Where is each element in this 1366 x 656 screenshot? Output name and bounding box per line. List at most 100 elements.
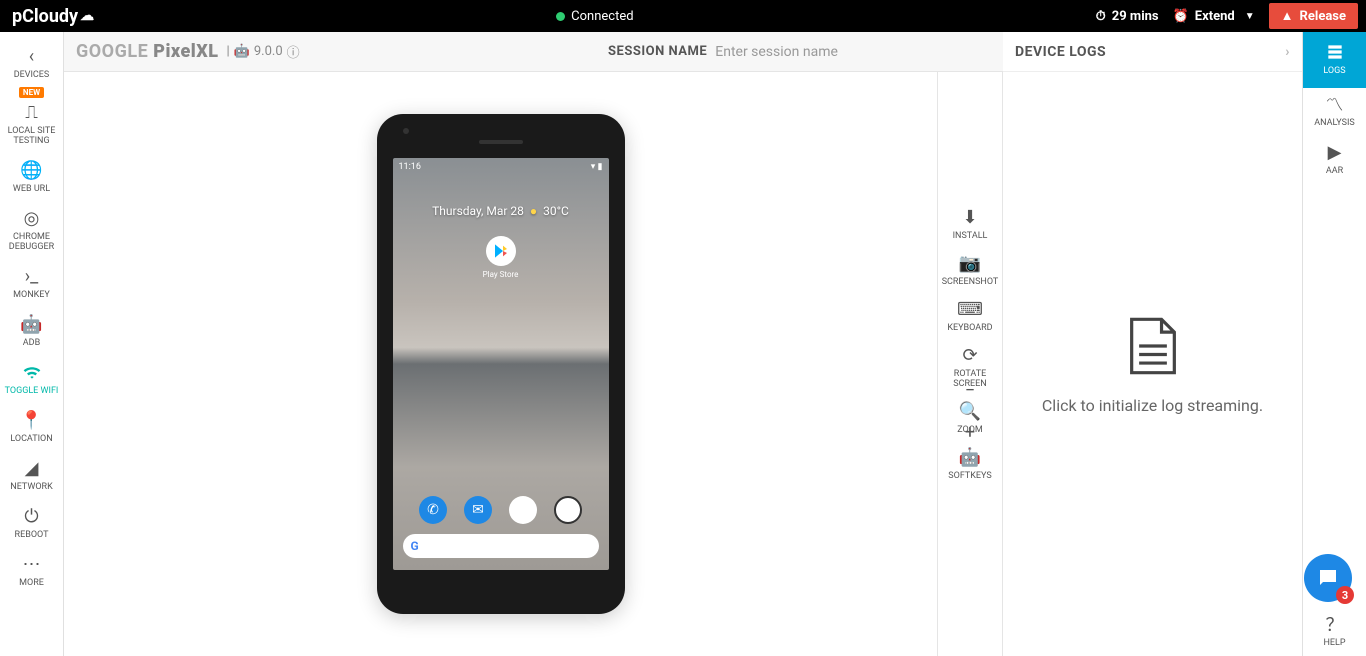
connection-status: Connected	[94, 9, 1096, 24]
keyboard-icon: ⌨	[960, 299, 980, 319]
brand-logo: pCloudy ☁	[12, 6, 94, 27]
eject-icon: ▲	[1281, 8, 1294, 24]
extend-button[interactable]: ⏰ Extend ▼	[1173, 9, 1255, 24]
messages-app-icon[interactable]: ✉	[464, 496, 492, 524]
chat-icon	[1316, 566, 1340, 590]
sidebar-item-monkey[interactable]: ›_ MONKEY	[0, 260, 63, 308]
power-icon: ⏻	[22, 506, 42, 526]
tool-screenshot[interactable]: 📷 SCREENSHOT	[938, 248, 1002, 294]
device-model: PixelXL	[153, 41, 218, 62]
device-manufacturer: GOOGLE	[76, 41, 148, 62]
globe-icon: 🌐	[22, 160, 42, 180]
main-area: 11:16 ▾ ▮ Thursday, Mar 28 ● 30°C Play S…	[64, 72, 1302, 656]
cloud-icon: ☁	[80, 8, 94, 24]
toggle-wifi-label: TOGGLE WIFI	[5, 386, 59, 396]
phone-statusbar: 11:16 ▾ ▮	[393, 158, 609, 176]
sun-icon: ●	[530, 204, 537, 218]
speaker-grill	[479, 140, 523, 144]
sidebar-item-local-site[interactable]: NEW ⎍ LOCAL SITE TESTING	[0, 88, 63, 154]
chrome-app-icon[interactable]: ◐	[509, 496, 537, 524]
sidebar-item-adb[interactable]: 🤖 ADB	[0, 308, 63, 356]
tool-keyboard[interactable]: ⌨ KEYBOARD	[938, 294, 1002, 340]
phone-dock: ✆ ✉ ◐ ◉	[393, 496, 609, 524]
sidebar-item-devices[interactable]: ‹ DEVICES	[0, 40, 63, 88]
sidebar-item-toggle-wifi[interactable]: TOGGLE WIFI	[0, 356, 63, 404]
chat-badge: 3	[1336, 586, 1354, 604]
play-square-icon: ▶	[1325, 142, 1345, 162]
install-label: INSTALL	[953, 231, 988, 241]
tab-aar[interactable]: ▶ AAR	[1303, 136, 1366, 184]
os-version: | 🤖 9.0.0 ⓘ	[227, 42, 300, 61]
tool-softkeys[interactable]: 🤖 SOFTKEYS	[938, 442, 1002, 488]
session-name-label: SESSION NAME	[608, 44, 707, 59]
logs-icon	[1325, 42, 1345, 62]
reboot-label: REBOOT	[15, 530, 49, 540]
phone-date-row: Thursday, Mar 28 ● 30°C	[393, 204, 609, 218]
wifi-icon	[22, 362, 42, 382]
play-store-label: Play Store	[393, 270, 609, 279]
play-store-icon[interactable]	[486, 236, 516, 266]
terminal-icon: ›_	[22, 266, 42, 286]
more-icon: ⋯	[22, 554, 42, 574]
tool-install[interactable]: ⬇ INSTALL	[938, 202, 1002, 248]
device-title: GOOGLE PixelXL	[76, 41, 219, 62]
tab-help[interactable]: ？ HELP	[1303, 608, 1366, 656]
sidebar-item-more[interactable]: ⋯ MORE	[0, 548, 63, 596]
chevron-left-icon: ‹	[22, 46, 42, 66]
tab-logs[interactable]: LOGS	[1303, 32, 1366, 88]
android-small-icon: 🤖	[234, 44, 250, 59]
alarm-icon: ⏰	[1173, 9, 1189, 24]
tool-zoom[interactable]: − 🔍 + ZOOM	[938, 396, 1002, 442]
chevron-down-icon: ▼	[1245, 11, 1255, 22]
device-tools: ⬇ INSTALL 📷 SCREENSHOT ⌨ KEYBOARD ⟳ ROTA…	[938, 72, 1002, 656]
session-name-input[interactable]: Enter session name	[715, 44, 838, 60]
web-url-label: WEB URL	[13, 184, 50, 194]
document-icon	[1125, 314, 1181, 378]
tab-analysis[interactable]: 〽 ANALYSIS	[1303, 88, 1366, 136]
softkeys-label: SOFTKEYS	[948, 471, 991, 481]
stopwatch-icon: ⏱	[1096, 9, 1106, 24]
camera-app-icon[interactable]: ◉	[554, 496, 582, 524]
phone-search-bar[interactable]: G ⋮⋮	[403, 534, 599, 558]
chat-button[interactable]: 3	[1304, 554, 1352, 602]
chrome-debugger-label: CHROME DEBUGGER	[0, 232, 63, 252]
sidebar-item-location[interactable]: 📍 LOCATION	[0, 404, 63, 452]
device-screen[interactable]: 11:16 ▾ ▮ Thursday, Mar 28 ● 30°C Play S…	[393, 158, 609, 570]
camera-dot	[403, 128, 409, 134]
chrome-icon: ◎	[22, 208, 42, 228]
sidebar-item-network[interactable]: ◢ NETWORK	[0, 452, 63, 500]
logs-header[interactable]: DEVICE LOGS ›	[1003, 32, 1302, 72]
release-label: Release	[1300, 9, 1346, 24]
extend-label: Extend	[1195, 9, 1235, 24]
logs-panel: DEVICE LOGS › Click to initialize log st…	[1002, 72, 1302, 656]
info-icon[interactable]: ⓘ	[287, 42, 300, 61]
zoom-icon: − 🔍 +	[960, 401, 980, 421]
session-timer: ⏱ 29 mins	[1096, 9, 1159, 24]
release-button[interactable]: ▲ Release	[1269, 3, 1358, 29]
phone-date: Thursday, Mar 28	[432, 204, 524, 218]
sidebar-item-chrome-debugger[interactable]: ◎ CHROME DEBUGGER	[0, 202, 63, 260]
network-label: NETWORK	[10, 482, 52, 492]
local-site-label: LOCAL SITE TESTING	[0, 126, 63, 146]
sidebar-item-reboot[interactable]: ⏻ REBOOT	[0, 500, 63, 548]
screenshot-label: SCREENSHOT	[942, 277, 999, 287]
sidebar-item-web-url[interactable]: 🌐 WEB URL	[0, 154, 63, 202]
download-icon: ⬇	[960, 207, 980, 227]
signal-icon: ◢	[22, 458, 42, 478]
phone-app-icon[interactable]: ✆	[419, 496, 447, 524]
tab-logs-label: LOGS	[1323, 66, 1345, 76]
tab-aar-label: AAR	[1326, 166, 1343, 176]
monkey-label: MONKEY	[13, 290, 50, 300]
keyboard-label: KEYBOARD	[947, 323, 992, 333]
location-label: LOCATION	[10, 434, 52, 444]
chevron-right-icon: ›	[1285, 44, 1290, 60]
device-frame: 11:16 ▾ ▮ Thursday, Mar 28 ● 30°C Play S…	[377, 114, 625, 614]
device-stage: 11:16 ▾ ▮ Thursday, Mar 28 ● 30°C Play S…	[64, 72, 938, 656]
more-label: MORE	[19, 578, 44, 588]
assistant-icon: ⋮⋮	[571, 541, 591, 552]
analysis-icon: 〽	[1325, 94, 1345, 114]
play-triangle-icon	[493, 243, 509, 259]
tab-help-label: HELP	[1323, 638, 1345, 648]
logs-empty-state[interactable]: Click to initialize log streaming.	[1003, 72, 1302, 656]
timer-value: 29 mins	[1112, 9, 1159, 24]
